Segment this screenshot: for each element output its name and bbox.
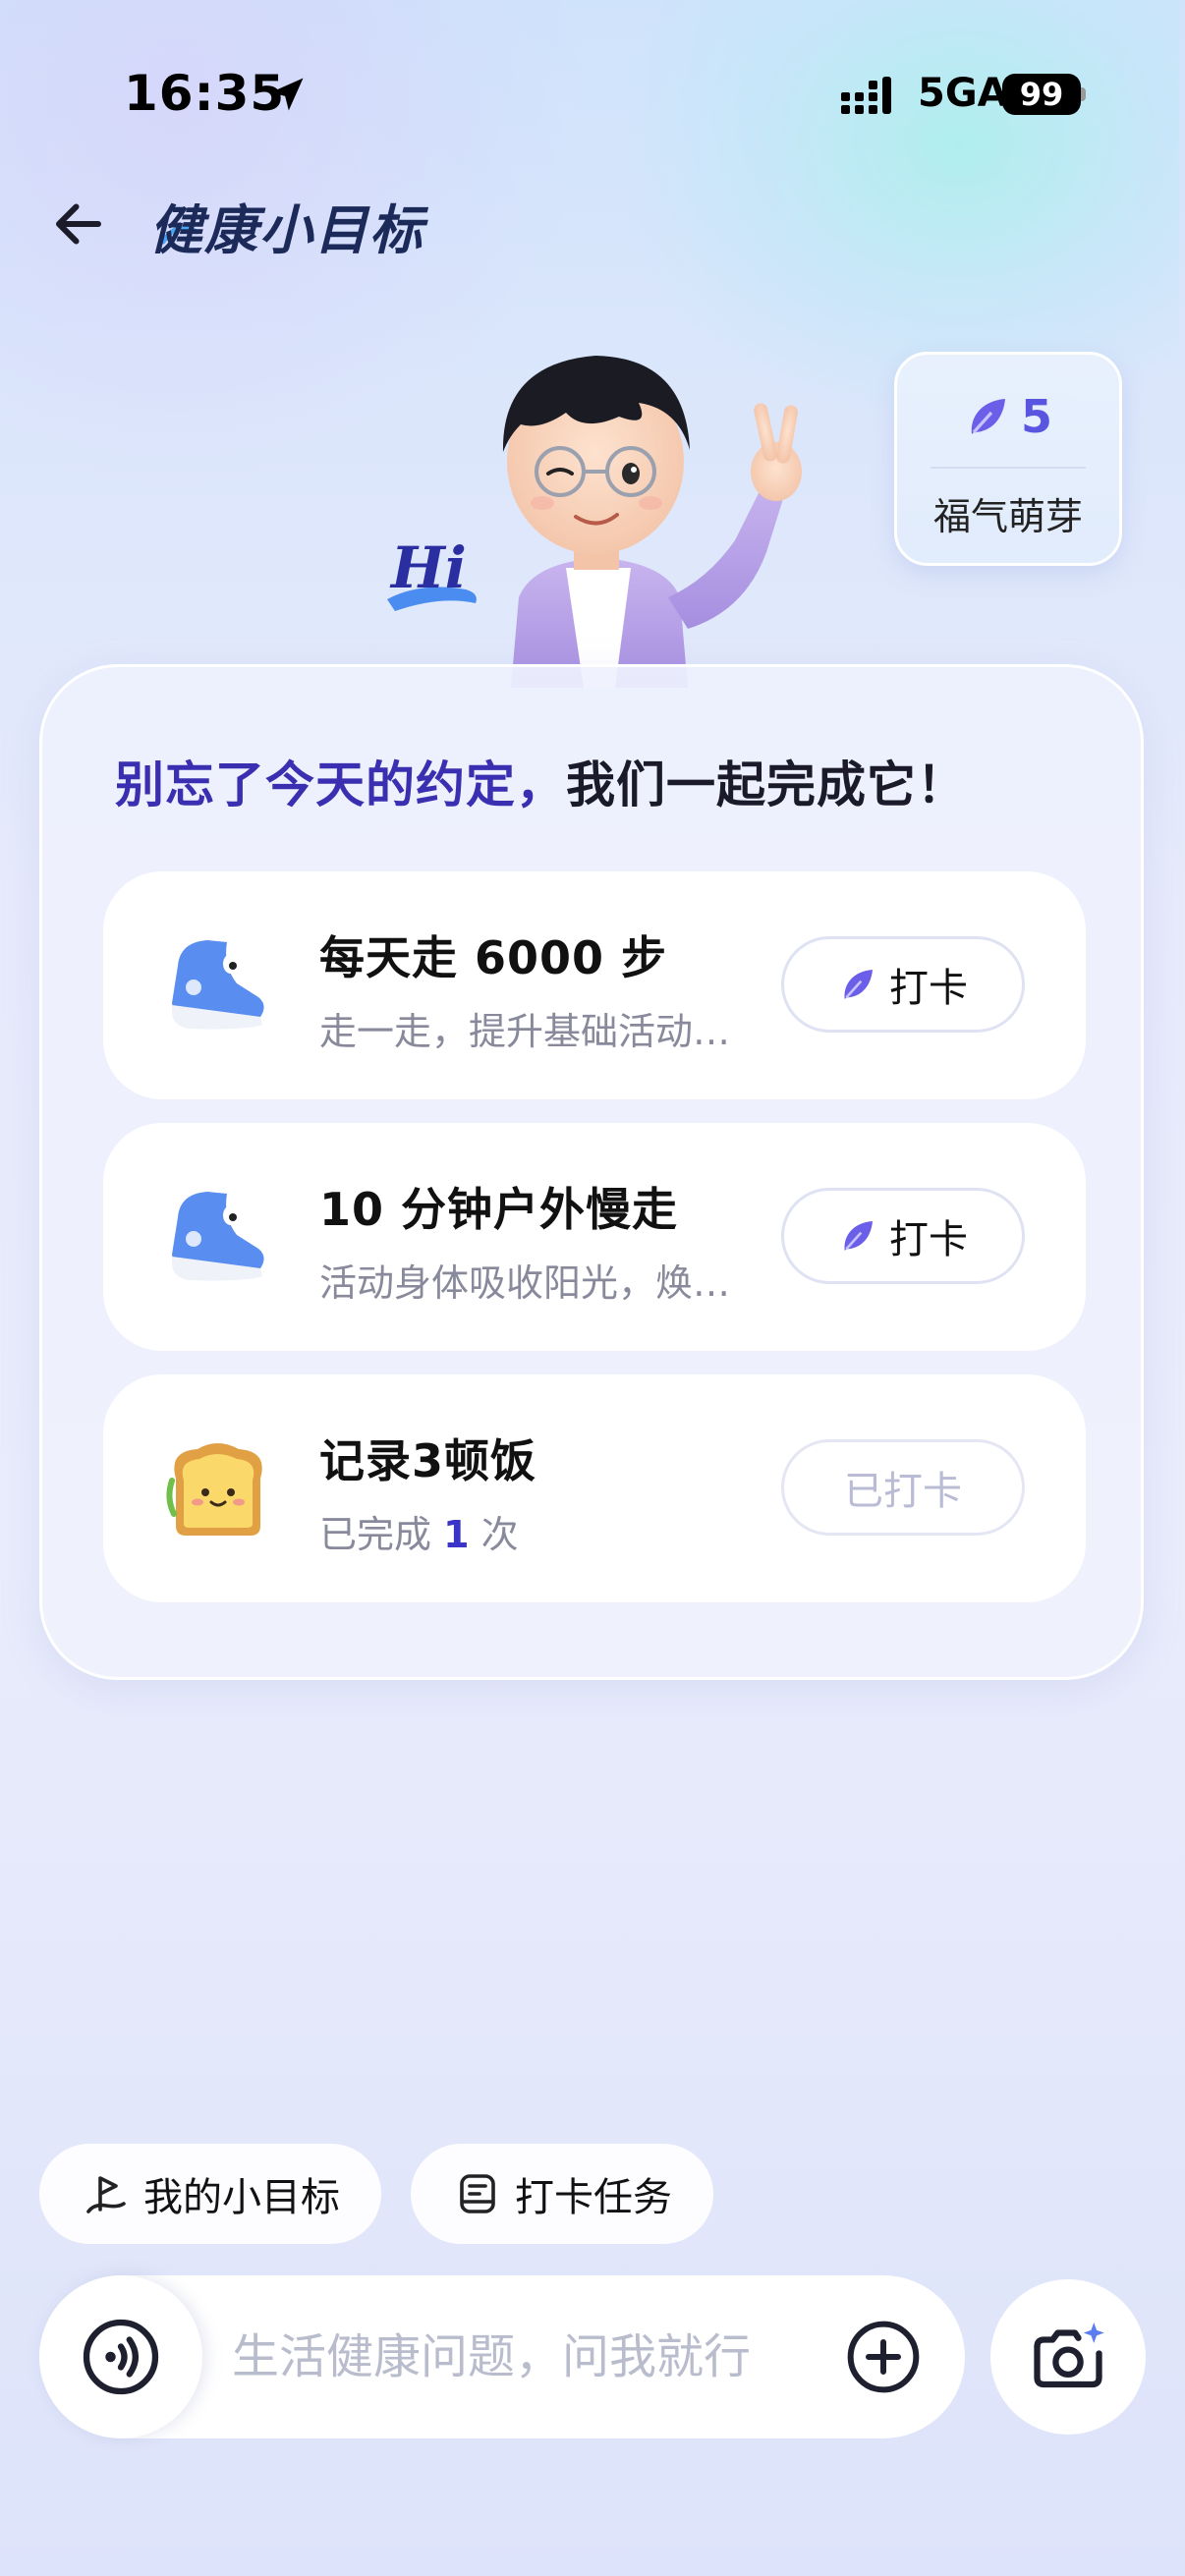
sneaker-icon bbox=[172, 1192, 264, 1281]
points-value: 5 bbox=[1020, 390, 1052, 443]
voice-input-button[interactable] bbox=[39, 2275, 202, 2438]
plus-circle-icon bbox=[847, 2321, 920, 2393]
daily-goals-card: 别忘了今天的约定，我们一起完成它！ 每天走 6000 步 走一走，提升基础活动…… bbox=[39, 664, 1144, 1680]
hi-greeting-logo: Hi bbox=[387, 534, 477, 611]
checkin-tasks-label: 打卡任务 bbox=[515, 2175, 672, 2220]
task-card-steps[interactable]: 每天走 6000 步 走一走，提升基础活动… 打卡 bbox=[103, 871, 1086, 1099]
my-goals-label: 我的小目标 bbox=[143, 2175, 340, 2220]
task-title: 10 分钟户外慢走 bbox=[319, 1183, 679, 1236]
points-row: 5 bbox=[897, 390, 1119, 443]
task-title: 每天走 6000 步 bbox=[319, 931, 668, 984]
battery-tip bbox=[1081, 87, 1086, 101]
camera-button[interactable] bbox=[990, 2279, 1146, 2435]
task-card-outdoor-walk[interactable]: 10 分钟户外慢走 活动身体吸收阳光，焕… 打卡 bbox=[103, 1123, 1086, 1351]
clipboard-icon bbox=[460, 2174, 495, 2213]
task-desc: 走一走，提升基础活动… bbox=[319, 1010, 731, 1053]
status-bar: 16:35 5GA 99 bbox=[0, 0, 1185, 187]
checkin-label: 打卡 bbox=[889, 1217, 968, 1262]
my-goals-chip[interactable]: 我的小目标 bbox=[39, 2144, 381, 2244]
svg-text:Hi: Hi bbox=[389, 534, 467, 601]
task-card-meals[interactable]: 记录3顿饭 已完成 1 次 已打卡 bbox=[103, 1374, 1086, 1602]
checkin-label: 已打卡 bbox=[844, 1469, 962, 1514]
location-arrow-icon bbox=[270, 78, 304, 111]
task-desc: 活动身体吸收阳光，焕… bbox=[319, 1261, 731, 1305]
headline-rest: 我们一起完成它！ bbox=[566, 756, 967, 813]
task-desc-prefix: 已完成 bbox=[319, 1513, 432, 1556]
add-attachment-button[interactable] bbox=[843, 2317, 924, 2397]
checkin-button[interactable]: 打卡 bbox=[781, 1188, 1025, 1284]
camera-sparkle-icon bbox=[1034, 2323, 1104, 2388]
leaf-icon bbox=[844, 1221, 873, 1251]
checkin-tasks-chip[interactable]: 打卡任务 bbox=[411, 2144, 713, 2244]
task-completed-count: 1 bbox=[443, 1513, 470, 1556]
toast-icon bbox=[166, 1443, 262, 1536]
flag-icon bbox=[86, 2176, 126, 2213]
leaf-icon bbox=[971, 399, 1005, 434]
points-badge[interactable]: 5 福气萌芽 bbox=[894, 352, 1122, 566]
network-type: 5GA bbox=[918, 71, 1008, 116]
sneaker-icon bbox=[172, 940, 264, 1030]
chat-input[interactable] bbox=[232, 2315, 841, 2399]
task-title: 记录3顿饭 bbox=[319, 1434, 537, 1487]
checkin-label: 打卡 bbox=[889, 966, 968, 1011]
arrow-left-icon bbox=[56, 203, 101, 245]
avatar-boy-illustration bbox=[502, 356, 802, 688]
headline-accent: 别忘了今天的约定， bbox=[115, 756, 566, 813]
task-desc: 已完成 1 次 bbox=[319, 1504, 771, 1558]
points-divider bbox=[931, 467, 1086, 469]
checked-in-button[interactable]: 已打卡 bbox=[781, 1439, 1025, 1536]
leaf-icon bbox=[844, 970, 873, 999]
checkin-button[interactable]: 打卡 bbox=[781, 936, 1025, 1033]
status-time: 16:35 bbox=[124, 65, 286, 122]
task-desc-suffix: 次 bbox=[480, 1513, 519, 1556]
main-headline: 别忘了今天的约定，我们一起完成它！ bbox=[115, 746, 967, 816]
battery-indicator: 99 bbox=[1002, 74, 1081, 115]
chat-input-bar bbox=[39, 2275, 965, 2438]
points-label: 福气萌芽 bbox=[932, 495, 1083, 538]
page-title: 健康小目标 bbox=[149, 199, 424, 261]
voice-wave-icon bbox=[83, 2319, 159, 2395]
back-button[interactable] bbox=[43, 189, 114, 259]
signal-icon bbox=[841, 77, 891, 114]
